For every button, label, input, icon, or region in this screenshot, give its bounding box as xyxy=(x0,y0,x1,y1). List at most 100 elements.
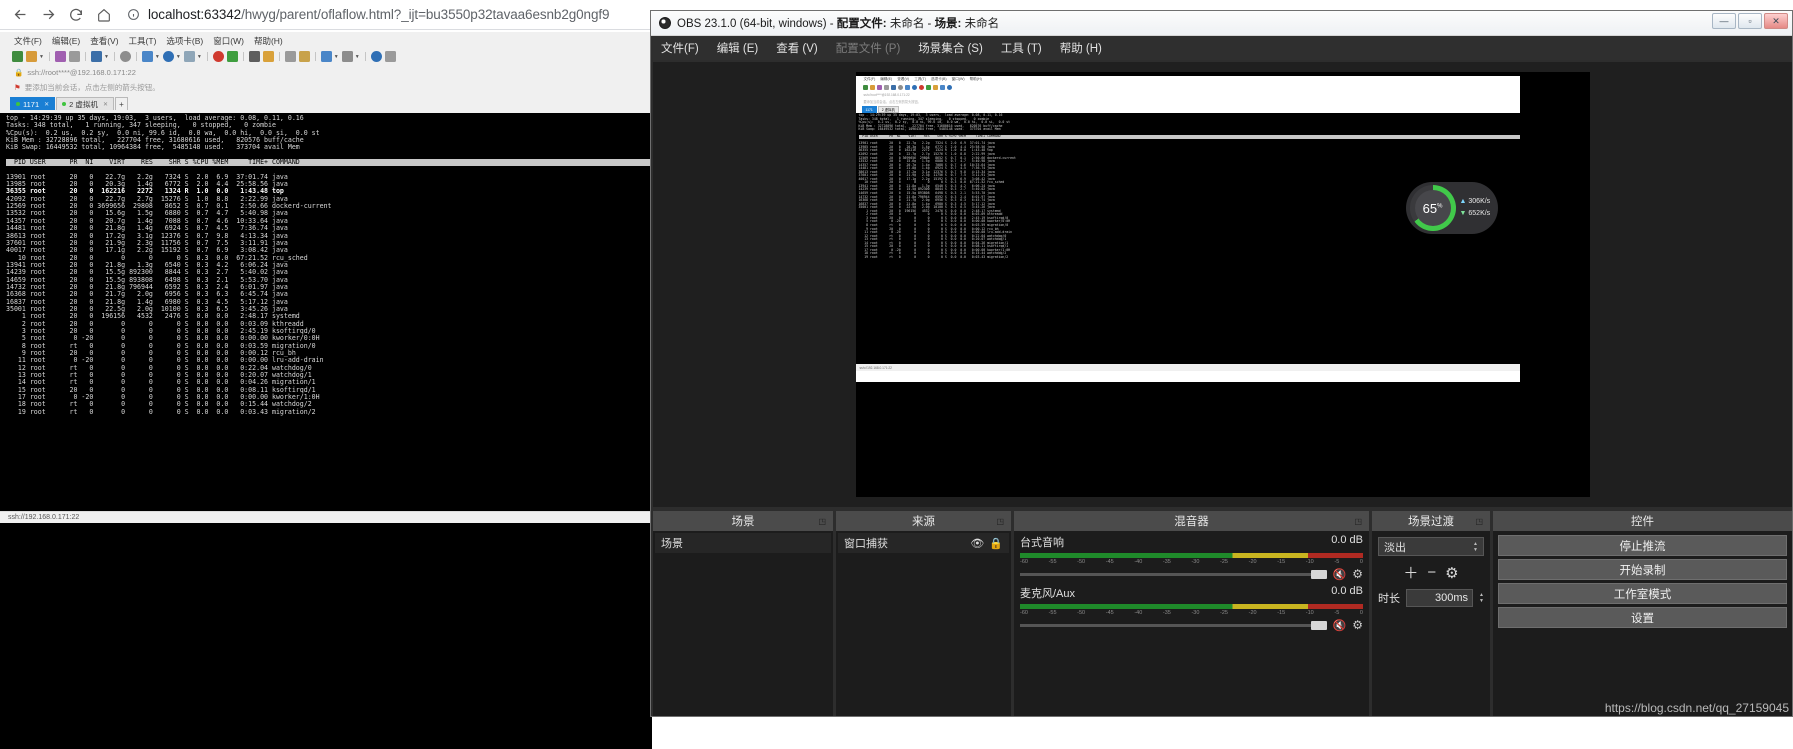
sftp-icon[interactable] xyxy=(163,51,174,62)
float-dock-icon[interactable]: ◳ xyxy=(818,517,826,526)
obs-menu-edit[interactable]: 编辑 (E) xyxy=(717,40,759,56)
obs-menu-help[interactable]: 帮助 (H) xyxy=(1060,40,1102,56)
chevron-updown-icon[interactable]: ▲▼ xyxy=(1479,592,1484,604)
obs-preview-canvas[interactable]: 文件(F) 编辑(E) 查看(V) 工具(T) 选项卡(B) 窗口(W) 帮助(… xyxy=(856,72,1590,497)
stop-streaming-button[interactable]: 停止推流 xyxy=(1498,535,1787,556)
speaker-mute-icon[interactable]: 🔇 xyxy=(1333,568,1347,581)
obs-title-app: OBS 23.1.0 (64-bit, windows) - xyxy=(677,18,837,30)
duration-label: 时长 xyxy=(1378,590,1400,606)
plus-icon[interactable]: ＋ xyxy=(1403,562,1418,583)
cut-icon[interactable] xyxy=(55,51,66,62)
obs-menu-view[interactable]: 查看 (V) xyxy=(776,40,818,56)
scale-tick: -45 xyxy=(1106,559,1114,565)
obs-menu-scene-collection[interactable]: 场景集合 (S) xyxy=(918,40,983,56)
scenes-dock: 场景 ◳ 场景 xyxy=(653,511,833,716)
gear-icon[interactable]: ⚙ xyxy=(1352,618,1363,632)
forward-arrow-icon[interactable] xyxy=(34,1,62,29)
close-icon[interactable]: ✕ xyxy=(103,101,108,108)
start-recording-button[interactable]: 开始录制 xyxy=(1498,559,1787,580)
gear-icon[interactable]: ⚙ xyxy=(1352,567,1363,581)
studio-mode-button[interactable]: 工作室模式 xyxy=(1498,583,1787,604)
chevron-down-icon[interactable]: ▼ xyxy=(334,54,339,60)
transfer-icon[interactable] xyxy=(142,51,153,62)
disconnect-icon[interactable] xyxy=(213,51,224,62)
xshell-menu-tabs[interactable]: 选项卡(B) xyxy=(166,35,203,47)
keyboard-icon[interactable] xyxy=(285,51,296,62)
comment-icon[interactable] xyxy=(385,51,396,62)
close-button[interactable]: ✕ xyxy=(1764,13,1788,29)
obs-menu-file[interactable]: 文件(F) xyxy=(661,40,699,56)
chevron-down-icon[interactable]: ▼ xyxy=(355,54,360,60)
home-icon[interactable] xyxy=(90,1,118,29)
scale-tick: -25 xyxy=(1220,559,1228,565)
paste-icon[interactable] xyxy=(91,51,102,62)
scale-tick: -60 xyxy=(1020,559,1028,565)
close-icon[interactable]: ✕ xyxy=(44,101,49,108)
chevron-down-icon[interactable]: ▼ xyxy=(155,54,160,60)
xshell-menu-tools[interactable]: 工具(T) xyxy=(129,35,157,47)
minimize-button[interactable]: — xyxy=(1712,13,1736,29)
sources-list[interactable]: 窗口捕获 👁 🔒 xyxy=(836,531,1011,716)
chevron-down-icon[interactable]: ▼ xyxy=(39,54,44,60)
scale-tick: -40 xyxy=(1134,610,1142,616)
lock-icon[interactable] xyxy=(263,51,274,62)
fullscreen-icon[interactable] xyxy=(249,51,260,62)
volume-slider[interactable] xyxy=(1020,573,1327,576)
obs-menu-profile[interactable]: 配置文件 (P) xyxy=(836,40,901,56)
transition-select[interactable]: 淡出 ▲▼ xyxy=(1378,537,1484,556)
float-dock-icon[interactable]: ◳ xyxy=(1475,517,1483,526)
speaker-mute-icon[interactable]: 🔇 xyxy=(1333,619,1347,632)
mixer-dock-title: 混音器 xyxy=(1174,513,1209,529)
layout-icon[interactable] xyxy=(342,51,353,62)
mixer-channel: 麦克风/Aux 0.0 dB -60 -55 -50 -45 -40 -35 -… xyxy=(1020,585,1363,632)
scenes-list[interactable]: 场景 xyxy=(653,531,833,716)
float-dock-icon[interactable]: ◳ xyxy=(1354,517,1362,526)
reload-icon[interactable] xyxy=(62,1,90,29)
toolbar-divider xyxy=(0,29,652,30)
slider-knob[interactable] xyxy=(1311,621,1327,630)
float-dock-icon[interactable]: ◳ xyxy=(996,517,1004,526)
toolbar-divider xyxy=(49,52,50,61)
log-icon[interactable] xyxy=(184,51,195,62)
obs-preview-area[interactable]: 文件(F) 编辑(E) 查看(V) 工具(T) 选项卡(B) 窗口(W) 帮助(… xyxy=(653,62,1792,507)
duration-input[interactable]: 300ms xyxy=(1406,589,1473,607)
search-icon[interactable] xyxy=(120,51,131,62)
xshell-menu-help[interactable]: 帮助(H) xyxy=(254,35,283,47)
split-icon[interactable] xyxy=(321,51,332,62)
maximize-button[interactable]: ▫ xyxy=(1738,13,1762,29)
gear-icon[interactable]: ⚙ xyxy=(1445,564,1458,582)
address-bar[interactable]: localhost:63342/hwyg/parent/oflaflow.htm… xyxy=(124,3,646,26)
help-icon[interactable] xyxy=(371,51,382,62)
xshell-tab-vm[interactable]: 2 虚拟机 ✕ xyxy=(56,97,114,110)
xshell-menu-view[interactable]: 查看(V) xyxy=(90,35,118,47)
back-arrow-icon[interactable] xyxy=(6,1,34,29)
list-item[interactable]: 场景 xyxy=(655,533,831,553)
xshell-address-bar[interactable]: 🔒 ssh://root****@192.168.0.171:22 xyxy=(0,65,652,80)
xshell-tab-1171[interactable]: 1171 ✕ xyxy=(10,97,55,110)
chevron-down-icon[interactable]: ▼ xyxy=(197,54,202,60)
chevron-updown-icon[interactable]: ▲▼ xyxy=(1473,541,1478,553)
highlight-icon[interactable] xyxy=(299,51,310,62)
open-folder-icon[interactable] xyxy=(26,51,37,62)
page-info-icon[interactable] xyxy=(124,6,142,24)
list-item[interactable]: 窗口捕获 👁 🔒 xyxy=(838,533,1009,553)
volume-slider[interactable] xyxy=(1020,624,1327,627)
copy-icon[interactable] xyxy=(69,51,80,62)
reconnect-icon[interactable] xyxy=(227,51,238,62)
chevron-down-icon[interactable]: ▼ xyxy=(104,54,109,60)
xshell-menu-file[interactable]: 文件(F) xyxy=(14,35,42,47)
scale-tick: 0 xyxy=(1360,559,1363,565)
new-tab-button[interactable]: + xyxy=(115,97,128,110)
lock-icon[interactable]: 🔒 xyxy=(989,537,1003,550)
new-session-icon[interactable] xyxy=(12,51,23,62)
xshell-menu-edit[interactable]: 编辑(E) xyxy=(52,35,80,47)
minus-icon[interactable]: − xyxy=(1427,564,1436,581)
obs-menu-tools[interactable]: 工具 (T) xyxy=(1001,40,1042,56)
toolbar-divider xyxy=(114,52,115,61)
chevron-down-icon[interactable]: ▼ xyxy=(176,54,181,60)
eye-icon[interactable]: 👁 xyxy=(970,537,984,550)
terminal-output[interactable]: top - 14:29:39 up 35 days, 19:03, 3 user… xyxy=(0,113,652,511)
xshell-menu-window[interactable]: 窗口(W) xyxy=(213,35,244,47)
settings-button[interactable]: 设置 xyxy=(1498,607,1787,628)
slider-knob[interactable] xyxy=(1311,570,1327,579)
